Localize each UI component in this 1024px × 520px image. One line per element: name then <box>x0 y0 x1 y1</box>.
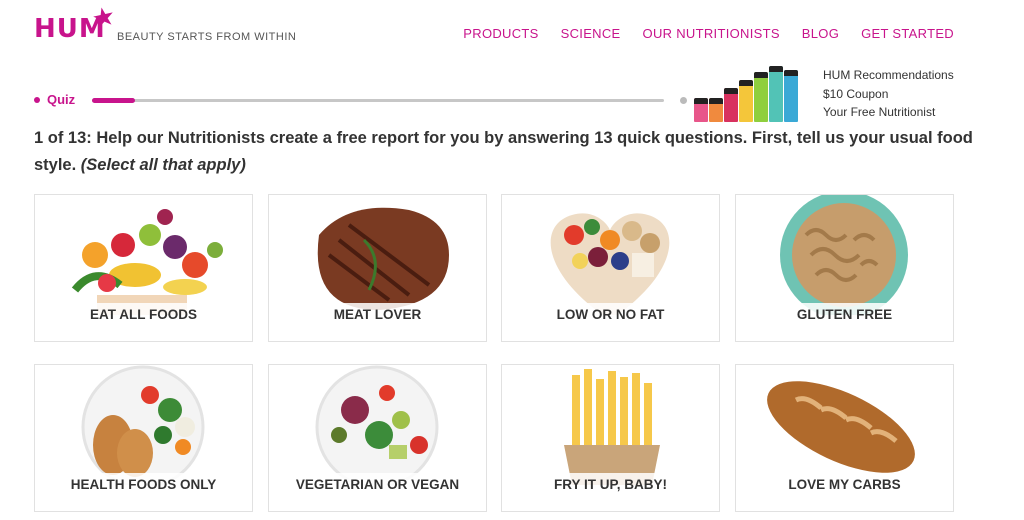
option-meat-lover[interactable]: MEAT LOVER <box>268 194 487 342</box>
nav-blog[interactable]: BLOG <box>802 26 839 41</box>
reward-recommendations: HUM Recommendations <box>823 68 954 82</box>
progress-fill <box>92 98 135 103</box>
french-fries-icon <box>564 369 660 485</box>
option-eat-all-foods[interactable]: EAT ALL FOODS <box>34 194 253 342</box>
quiz-dot-icon <box>34 97 40 103</box>
progress-end-dot <box>680 97 687 104</box>
nav-products[interactable]: PRODUCTS <box>463 26 538 41</box>
star-icon: ★ <box>89 0 119 35</box>
progress-bar <box>92 98 664 103</box>
chicken-salad-plate-icon <box>81 365 205 485</box>
pasta-bowl-icon <box>780 195 908 315</box>
option-health-foods-only[interactable]: HEALTH FOODS ONLY <box>34 364 253 512</box>
option-label: HEALTH FOODS ONLY <box>70 477 217 492</box>
option-low-or-no-fat[interactable]: LOW OR NO FAT <box>501 194 720 342</box>
nav-our-nutritionists[interactable]: OUR NUTRITIONISTS <box>643 26 780 41</box>
option-label: GLUTEN FREE <box>796 307 893 322</box>
product-bottles-image <box>694 66 810 122</box>
option-love-my-carbs[interactable]: LOVE MY CARBS <box>735 364 954 512</box>
hum-logo[interactable]: HUM ★ <box>34 0 124 44</box>
option-label: EAT ALL FOODS <box>90 307 197 322</box>
option-gluten-free[interactable]: GLUTEN FREE <box>735 194 954 342</box>
nav-get-started[interactable]: GET STARTED <box>861 26 954 41</box>
main-nav: PRODUCTS SCIENCE OUR NUTRITIONISTS BLOG … <box>463 26 954 41</box>
bread-loaf-icon <box>767 381 915 473</box>
heart-bowl-icon <box>550 213 670 315</box>
fruit-vegetable-pile-icon <box>71 209 223 315</box>
option-label: MEAT LOVER <box>333 307 422 322</box>
reward-nutritionist: Your Free Nutritionist <box>823 105 936 119</box>
steak-icon <box>317 207 449 310</box>
option-label: LOVE MY CARBS <box>788 477 901 492</box>
option-label: VEGETARIAN OR VEGAN <box>295 477 460 492</box>
tagline: BEAUTY STARTS FROM WITHIN <box>117 31 297 43</box>
option-label: LOW OR NO FAT <box>556 307 665 322</box>
option-vegetarian-or-vegan[interactable]: VEGETARIAN OR VEGAN <box>268 364 487 512</box>
vegetable-plate-icon <box>315 365 439 485</box>
quiz-label: Quiz <box>47 92 76 107</box>
reward-list: HUM Recommendations $10 Coupon Your Free… <box>823 66 954 122</box>
question-text: 1 of 13: Help our Nutritionists create a… <box>34 125 984 179</box>
option-label: FRY IT UP, BABY! <box>553 477 668 492</box>
option-fry-it-up[interactable]: FRY IT UP, BABY! <box>501 364 720 512</box>
question-hint: (Select all that apply) <box>80 156 246 174</box>
nav-science[interactable]: SCIENCE <box>561 26 621 41</box>
reward-coupon: $10 Coupon <box>823 86 889 101</box>
